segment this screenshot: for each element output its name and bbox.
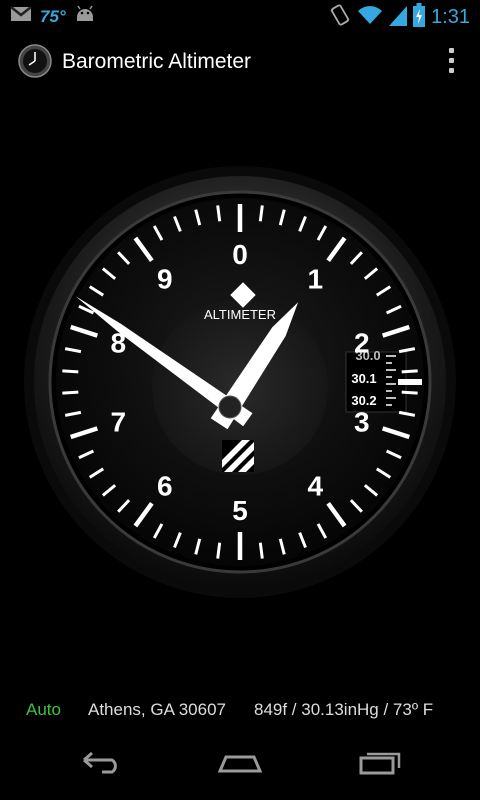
gauge-face-label: ALTIMETER (204, 307, 276, 322)
reading-text: 849f / 30.13inHg / 73º F (254, 700, 434, 719)
nav-bar (0, 736, 480, 800)
kollsman-index-marker (398, 379, 422, 385)
status-time: 1:31 (431, 6, 470, 28)
minor-tick (216, 205, 222, 222)
dial-number-9: 9 (157, 263, 173, 294)
altimeter-clock-icon[interactable] (18, 44, 52, 78)
needle-hub (218, 395, 242, 419)
recent-apps-icon[interactable] (340, 746, 420, 790)
location-text: Athens, GA 30607 (88, 700, 226, 719)
dial-number-7: 7 (110, 407, 126, 438)
status-temperature: 75° (40, 6, 66, 26)
app-title: Barometric Altimeter (62, 50, 252, 73)
minor-tick (401, 390, 418, 395)
android-icon (74, 5, 96, 28)
back-icon[interactable] (60, 746, 140, 790)
action-bar: Barometric Altimeter (0, 32, 480, 92)
minor-tick (62, 390, 79, 395)
vibrate-icon (329, 3, 351, 32)
wifi-icon (357, 4, 383, 31)
dial-number-3: 3 (354, 407, 370, 438)
kollsman-value-1: 30.1 (351, 371, 376, 386)
home-icon[interactable] (200, 746, 280, 790)
gmail-icon (10, 5, 32, 28)
dial-number-2: 2 (354, 327, 370, 358)
minor-tick (258, 542, 264, 559)
info-bar: Auto Athens, GA 30607 849f / 30.13inHg /… (0, 700, 480, 724)
altimeter-gauge: 30.0 30.1 30.2 0123456789 ALTIMETER (20, 162, 460, 602)
dial-number-6: 6 (157, 471, 173, 502)
signal-icon (389, 4, 408, 31)
overflow-menu-icon[interactable] (446, 48, 456, 76)
minor-tick (258, 205, 264, 222)
minor-tick (216, 542, 222, 559)
battery-icon (413, 3, 426, 32)
mode-toggle[interactable]: Auto (26, 700, 61, 720)
dial-number-1: 1 (307, 263, 323, 294)
minor-tick (401, 369, 418, 374)
dial-number-5: 5 (232, 495, 248, 526)
minor-tick (62, 369, 79, 374)
dial-number-0: 0 (232, 239, 248, 270)
dial-number-4: 4 (307, 471, 323, 502)
status-bar: 75° 1:31 (0, 0, 480, 32)
status-bar-left: 75° (10, 5, 96, 28)
status-bar-right: 1:31 (329, 3, 470, 32)
